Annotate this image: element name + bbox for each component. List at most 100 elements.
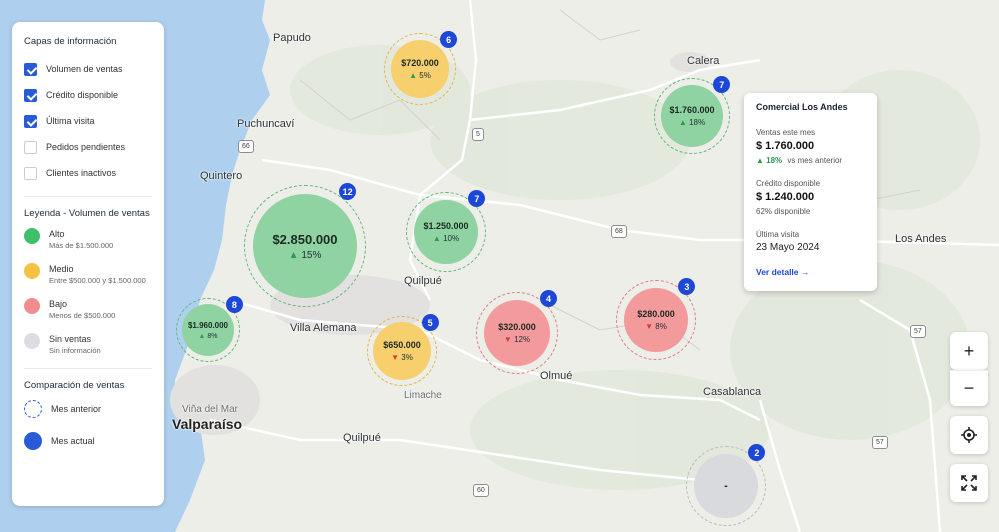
current-month-circle: $2.850.000 ▲ 15% — [253, 194, 357, 298]
bubble-value: $650.000 — [383, 340, 421, 350]
zoom-in-button[interactable]: + — [950, 332, 988, 370]
legend-label: Sin ventas — [49, 334, 92, 344]
legend-swatch — [24, 298, 40, 314]
legend-desc: Menos de $500.000 — [49, 311, 116, 320]
checkbox[interactable] — [24, 62, 37, 76]
bubble-change-value: 3% — [401, 353, 413, 362]
place-label: Limache — [404, 390, 442, 401]
place-label: Quintero — [200, 170, 243, 182]
sales-bubble[interactable]: $320.000 ▼ 12% 4 — [476, 290, 558, 374]
layer-label: Última visita — [46, 116, 95, 126]
layers-panel: Capas de información Volumen de ventas Cr… — [12, 22, 164, 506]
bubble-change: ▲ 10% — [433, 234, 459, 243]
client-count-badge: 3 — [678, 278, 696, 295]
bubble-change: ▲ 15% — [289, 250, 322, 261]
place-label: Los Andes — [895, 233, 947, 245]
legend-list: Alto Más de $1.500.000 Medio Entre $500.000… — [24, 228, 152, 356]
bubble-change-value: 10% — [443, 234, 460, 243]
legend-item: Sin ventas Sin información — [24, 333, 152, 356]
sales-bubble[interactable]: $2.850.000 ▲ 15% 12 — [244, 183, 366, 307]
place-label: Villa Alemana — [290, 322, 357, 334]
layer-list: Volumen de ventas Crédito disponible Últim… — [24, 56, 152, 186]
place-label: Casablanca — [703, 386, 762, 398]
client-count-badge: 7 — [713, 76, 731, 93]
sales-change: 18% — [766, 156, 783, 165]
bubble-value: $320.000 — [498, 322, 536, 332]
sales-label: Ventas este mes — [756, 128, 816, 137]
layer-label: Clientes inactivos — [46, 168, 117, 178]
visit-label: Última visita — [756, 230, 800, 239]
bubble-change-value: 8% — [207, 332, 218, 340]
legend-label: Medio — [49, 264, 74, 274]
bubble-change: ▲ 8% — [199, 333, 218, 340]
compare-label: Mes anterior — [51, 404, 102, 414]
current-month-circle: $320.000 ▼ 12% — [484, 300, 550, 366]
bubble-change-value: 8% — [655, 322, 667, 331]
sales-bubble[interactable]: $280.000 ▼ 8% 3 — [616, 278, 696, 360]
layer-toggle[interactable]: Crédito disponible — [24, 82, 152, 108]
legend-item: Bajo Menos de $500.000 — [24, 298, 152, 321]
client-count-badge: 8 — [225, 296, 243, 313]
route-shield: 57 — [872, 436, 888, 449]
sales-bubble[interactable]: $720.000 ▲ 5% 6 — [384, 31, 458, 105]
legend-label: Bajo — [49, 299, 68, 309]
legend-desc: Entre $500.000 y $1.500.000 — [49, 276, 146, 285]
checkbox[interactable] — [24, 140, 37, 154]
checkbox[interactable] — [24, 114, 37, 128]
expand-icon — [961, 475, 977, 491]
layer-toggle[interactable]: Última visita — [24, 108, 152, 134]
current-month-circle: - — [694, 454, 758, 518]
legend-title: Leyenda - Volumen de ventas — [24, 208, 150, 219]
checkbox[interactable] — [24, 166, 37, 180]
bubble-value: - — [724, 480, 728, 492]
divider — [24, 196, 152, 197]
dashed-circle-icon — [24, 400, 42, 418]
layer-label: Pedidos pendientes — [46, 142, 126, 152]
credit-note: 62% disponible — [756, 207, 811, 216]
client-count-badge: 7 — [468, 190, 486, 207]
bubble-change: ▲ 18% — [679, 118, 705, 127]
card-title: Comercial Los Andes — [756, 102, 848, 112]
sales-bubble[interactable]: $1.960.000 ▲ 8% 8 — [176, 296, 243, 362]
bubble-value: $1.760.000 — [669, 105, 715, 115]
legend-item: Medio Entre $500.000 y $1.500.000 — [24, 263, 152, 286]
route-shield: 5 — [472, 128, 484, 141]
bubble-value: $280.000 — [637, 309, 675, 319]
sales-bubble[interactable]: $1.760.000 ▲ 18% 7 — [654, 76, 731, 154]
down-arrow-icon: ▼ — [391, 353, 402, 362]
current-month-circle: $1.250.000 ▲ 10% — [414, 200, 478, 264]
route-shield: 68 — [611, 225, 627, 238]
bubble-value: $1.250.000 — [423, 221, 469, 231]
up-arrow-icon: ▲ — [288, 249, 302, 261]
fullscreen-button[interactable] — [950, 464, 988, 502]
locate-button[interactable] — [950, 416, 988, 454]
current-month-circle: $1.960.000 ▲ 8% — [182, 304, 234, 356]
sales-change-row: ▲ 18% vs mes anterior — [756, 156, 865, 165]
legend-item: Alto Más de $1.500.000 — [24, 228, 152, 251]
sales-bubble[interactable]: $1.250.000 ▲ 10% 7 — [406, 190, 486, 272]
sales-bubble[interactable]: $650.000 ▼ 3% 5 — [367, 314, 439, 386]
down-arrow-icon: ▼ — [645, 322, 656, 331]
up-arrow-icon: ▲ — [432, 234, 444, 243]
sales-bubble[interactable]: -2 — [686, 444, 766, 526]
down-arrow-icon: ▼ — [503, 335, 515, 344]
layer-toggle[interactable]: Clientes inactivos — [24, 160, 152, 186]
bubble-change: ▼ 3% — [391, 353, 413, 362]
client-count-badge: 6 — [440, 31, 458, 48]
zoom-out-button[interactable]: − — [950, 370, 988, 406]
layer-toggle[interactable]: Pedidos pendientes — [24, 134, 152, 160]
divider — [24, 368, 152, 369]
current-month-circle: $280.000 ▼ 8% — [624, 288, 688, 352]
route-shield: 60 — [473, 484, 489, 497]
client-count-badge: 5 — [421, 314, 439, 331]
layer-toggle[interactable]: Volumen de ventas — [24, 56, 152, 82]
route-shield: 57 — [910, 325, 926, 338]
checkbox[interactable] — [24, 88, 37, 102]
legend-text: Medio Entre $500.000 y $1.500.000 — [49, 263, 146, 286]
view-detail-link[interactable]: Ver detalle → — [756, 267, 865, 277]
up-arrow-icon: ▲ — [409, 71, 420, 80]
legend-label: Alto — [49, 229, 65, 239]
client-info-card: Comercial Los Andes Ventas este mes $ 1.… — [744, 93, 877, 291]
compare-title: Comparación de ventas — [24, 380, 125, 391]
visit-date: 23 Mayo 2024 — [756, 242, 820, 253]
